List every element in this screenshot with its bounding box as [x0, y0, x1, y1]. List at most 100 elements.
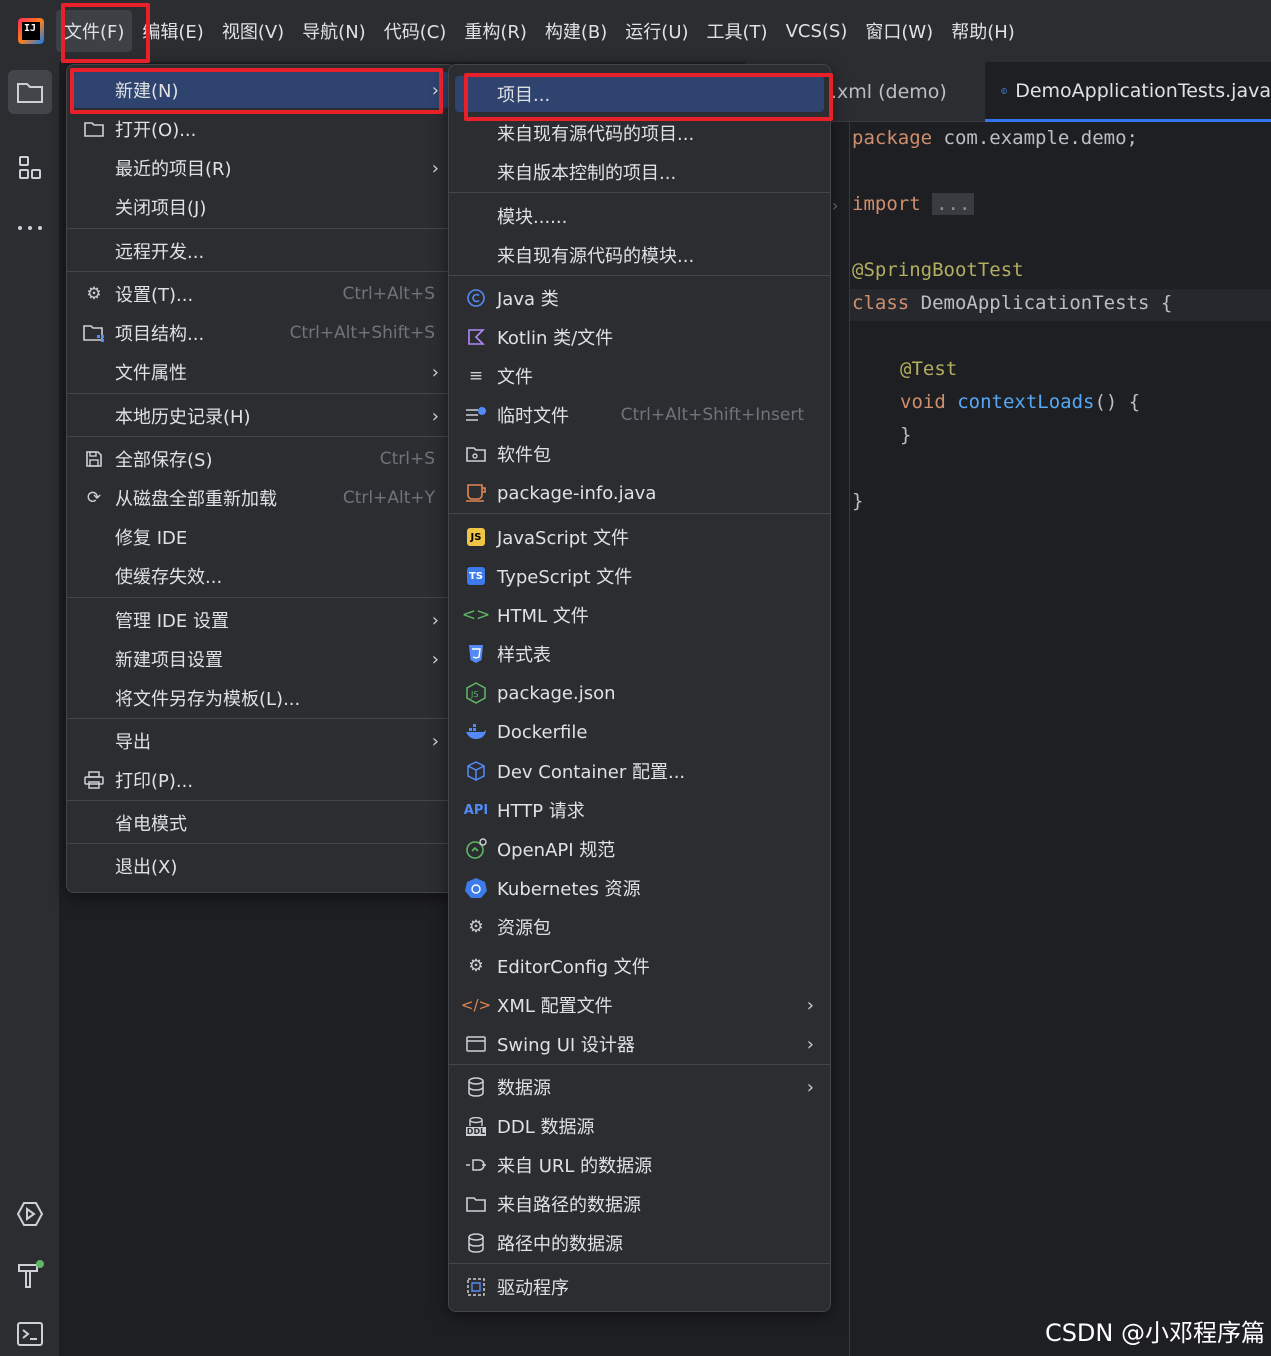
css-icon	[465, 643, 487, 665]
tab-label: .xml (demo)	[831, 81, 947, 103]
chevron-right-icon: ›	[431, 79, 439, 101]
new-data-source-from-url[interactable]: 来自 URL 的数据源	[449, 1146, 830, 1184]
new-stylesheet[interactable]: 样式表	[449, 635, 830, 673]
new-scratch-file[interactable]: 临时文件 Ctrl+Alt+Shift+Insert	[449, 396, 830, 434]
file-menu-new[interactable]: 新建(N) ›	[67, 71, 455, 109]
left-toolstrip	[0, 62, 60, 1356]
new-resource-bundle[interactable]: ⚙ 资源包	[449, 908, 830, 946]
javascript-icon: JS	[465, 526, 487, 548]
new-swing-ui-designer[interactable]: Swing UI 设计器 ›	[449, 1025, 830, 1063]
file-menu-power-save[interactable]: 省电模式	[67, 804, 455, 842]
menu-build[interactable]: 构建(B)	[537, 10, 615, 52]
new-ddl-data-source[interactable]: DDL DDL 数据源	[449, 1107, 830, 1145]
menu-help[interactable]: 帮助(H)	[943, 10, 1023, 52]
url-datasource-icon	[465, 1154, 487, 1176]
new-module[interactable]: 模块......	[449, 197, 830, 235]
database-icon	[465, 1232, 487, 1254]
menu-edit[interactable]: 编辑(E)	[134, 10, 211, 52]
new-kubernetes-resource[interactable]: Kubernetes 资源	[449, 869, 830, 907]
code-line-class: class DemoApplicationTests {	[852, 292, 1173, 314]
project-tool-button[interactable]	[8, 70, 52, 114]
new-package[interactable]: 软件包	[449, 435, 830, 473]
menu-file[interactable]: 文件(F)	[56, 10, 133, 52]
file-menu-print[interactable]: 打印(P)...	[67, 761, 455, 799]
new-dev-container[interactable]: Dev Container 配置...	[449, 752, 830, 790]
menu-navigate[interactable]: 导航(N)	[294, 10, 374, 52]
file-menu-export[interactable]: 导出 ›	[67, 722, 455, 760]
folded-imports[interactable]: ...	[932, 193, 975, 215]
new-file[interactable]: ≡ 文件	[449, 357, 830, 395]
menu-separator	[67, 271, 455, 272]
chevron-right-icon: ›	[431, 609, 439, 631]
menu-code[interactable]: 代码(C)	[376, 10, 455, 52]
new-data-source-from-path[interactable]: 来自路径的数据源	[449, 1185, 830, 1223]
terminal-tool-button[interactable]	[8, 1312, 52, 1356]
file-menu-manage-ide-settings[interactable]: 管理 IDE 设置 ›	[67, 601, 455, 639]
file-menu-file-properties[interactable]: 文件属性 ›	[67, 353, 455, 391]
menu-tools[interactable]: 工具(T)	[699, 10, 776, 52]
swing-icon	[465, 1033, 487, 1055]
new-xml-config[interactable]: </> XML 配置文件 ›	[449, 986, 830, 1024]
new-openapi-spec[interactable]: OpenAPI 规范	[449, 830, 830, 868]
menu-view[interactable]: 视图(V)	[214, 10, 292, 52]
chevron-right-icon: ›	[431, 730, 439, 752]
new-data-source[interactable]: 数据源 ›	[449, 1068, 830, 1106]
new-java-class[interactable]: Java 类	[449, 279, 830, 317]
new-typescript-file[interactable]: TS TypeScript 文件	[449, 557, 830, 595]
tab-demo-application-tests[interactable]: DemoApplicationTests.java	[985, 62, 1271, 122]
file-menu-repair-ide[interactable]: 修复 IDE	[67, 518, 455, 556]
new-package-info[interactable]: package-info.java	[449, 474, 830, 512]
file-menu-save-as-template[interactable]: 将文件另存为模板(L)...	[67, 679, 455, 717]
fold-arrow-icon[interactable]: ›	[832, 196, 838, 215]
menu-run[interactable]: 运行(U)	[617, 10, 696, 52]
intellij-logo-icon[interactable]: IJ	[18, 18, 44, 44]
tab-pom-xml[interactable]: .xml (demo)	[831, 62, 981, 122]
menu-separator	[67, 393, 455, 394]
menu-separator	[449, 513, 830, 514]
new-dockerfile[interactable]: Dockerfile	[449, 713, 830, 751]
chevron-right-icon: ›	[431, 157, 439, 179]
more-icon	[18, 226, 42, 230]
new-data-source-in-path[interactable]: 路径中的数据源	[449, 1224, 830, 1262]
file-menu-reload-all[interactable]: ⟳ 从磁盘全部重新加载 Ctrl+Alt+Y	[67, 479, 455, 517]
file-menu-settings[interactable]: ⚙ 设置(T)... Ctrl+Alt+S	[67, 275, 455, 313]
file-menu-save-all[interactable]: 全部保存(S) Ctrl+S	[67, 440, 455, 478]
more-tools-button[interactable]	[8, 206, 52, 250]
menu-refactor[interactable]: 重构(R)	[456, 10, 535, 52]
file-menu-invalidate-caches[interactable]: 使缓存失效...	[67, 557, 455, 595]
new-project-from-sources[interactable]: 来自现有源代码的项目...	[449, 114, 830, 152]
menu-window[interactable]: 窗口(W)	[857, 10, 941, 52]
code-line-test-annotation: @Test	[900, 358, 958, 380]
folder-icon	[17, 83, 43, 103]
file-menu-recent-projects[interactable]: 最近的项目(R) ›	[67, 149, 455, 187]
menu-separator	[449, 1263, 830, 1264]
file-menu-close-project[interactable]: 关闭项目(J)	[67, 188, 455, 226]
new-http-request[interactable]: API HTTP 请求	[449, 791, 830, 829]
new-editorconfig-file[interactable]: ⚙ EditorConfig 文件	[449, 947, 830, 985]
new-javascript-file[interactable]: JS JavaScript 文件	[449, 518, 830, 556]
file-menu-open[interactable]: 打开(O)...	[67, 110, 455, 148]
file-menu-new-project-settings[interactable]: 新建项目设置 ›	[67, 640, 455, 678]
new-html-file[interactable]: <> HTML 文件	[449, 596, 830, 634]
build-tool-button[interactable]	[8, 1252, 52, 1296]
menu-vcs[interactable]: VCS(S)	[778, 13, 856, 50]
driver-icon	[465, 1276, 487, 1298]
file-menu-local-history[interactable]: 本地历史记录(H) ›	[67, 397, 455, 435]
services-tool-button[interactable]	[8, 1192, 52, 1236]
new-kotlin-file[interactable]: Kotlin 类/文件	[449, 318, 830, 356]
file-menu-exit[interactable]: 退出(X)	[67, 847, 455, 885]
terminal-icon	[17, 1322, 43, 1346]
new-project[interactable]: 项目...	[449, 75, 830, 113]
xml-icon: </>	[460, 996, 492, 1014]
structure-tool-button[interactable]	[8, 146, 52, 190]
new-driver[interactable]: 驱动程序	[449, 1268, 830, 1306]
save-icon	[83, 448, 105, 470]
gutter-divider	[849, 122, 850, 1356]
file-menu-remote-dev[interactable]: 远程开发...	[67, 232, 455, 270]
new-package-json[interactable]: JS package.json	[449, 674, 830, 712]
code-line-method: void contextLoads() {	[900, 391, 1141, 413]
new-project-from-vcs[interactable]: 来自版本控制的项目...	[449, 153, 830, 191]
file-menu-project-structure[interactable]: 项目结构... Ctrl+Alt+Shift+S	[67, 314, 455, 352]
watermark: CSDN @小邓程序篇	[1044, 1319, 1265, 1347]
new-module-from-sources[interactable]: 来自现有源代码的模块...	[449, 236, 830, 274]
